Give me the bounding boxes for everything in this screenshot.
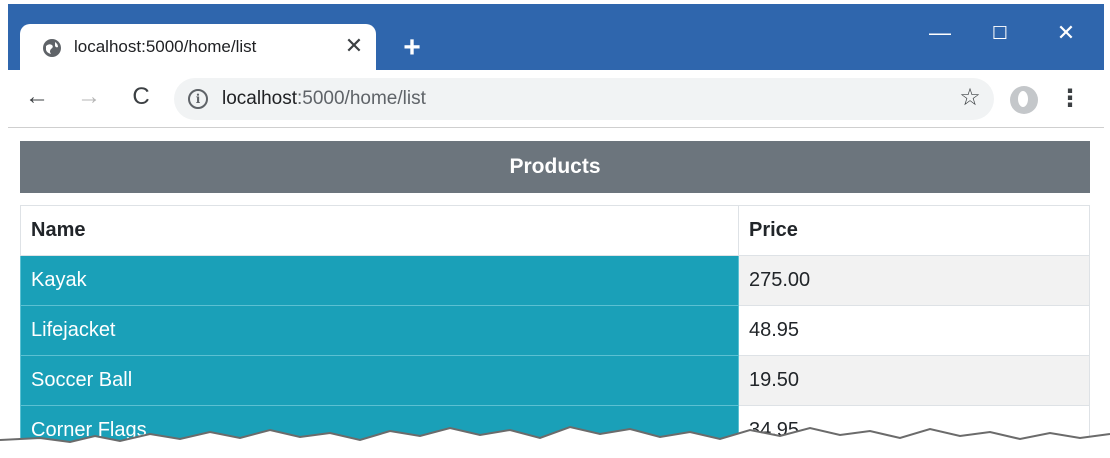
url-text[interactable]: localhost:5000/home/list (222, 88, 426, 110)
url-path: :5000/home/list (297, 88, 426, 109)
product-price-cell: 48.95 (738, 305, 1090, 356)
product-price-cell: 275.00 (738, 255, 1090, 306)
tab-close-icon[interactable]: ✕ (342, 34, 366, 58)
globe-icon (43, 39, 61, 57)
close-window-icon[interactable]: ✕ (1046, 18, 1086, 48)
back-arrow-icon[interactable]: ← (22, 82, 52, 112)
minimize-icon[interactable]: — (920, 18, 960, 48)
page-content: Products Name Price Kayak 275.00 Lifejac… (8, 129, 1104, 458)
product-price-cell: 19.50 (738, 355, 1090, 406)
browser-tab[interactable]: localhost:5000/home/list ✕ (20, 24, 376, 72)
product-name-cell: Lifejacket (20, 305, 739, 356)
table-row: Lifejacket 48.95 (20, 305, 1090, 356)
title-bar: localhost:5000/home/list ✕ + — ☐ ✕ (8, 4, 1104, 72)
site-info-icon[interactable]: i (188, 89, 208, 109)
browser-toolbar: ← → C i localhost:5000/home/list ☆ ⋮ (8, 70, 1104, 128)
bookmark-star-icon[interactable]: ☆ (956, 84, 984, 112)
table-row: Soccer Ball 19.50 (20, 355, 1090, 406)
product-name-cell: Kayak (20, 255, 739, 306)
products-header: Products (20, 141, 1090, 193)
torn-edge-decoration (0, 425, 1110, 458)
maximize-icon[interactable]: ☐ (980, 18, 1020, 48)
url-host: localhost (222, 88, 297, 109)
tab-title: localhost:5000/home/list (74, 37, 257, 56)
forward-arrow-icon[interactable]: → (74, 82, 104, 112)
column-header-name: Name (20, 205, 739, 256)
address-bar[interactable]: i localhost:5000/home/list ☆ (174, 78, 994, 120)
table-row: Kayak 275.00 (20, 255, 1090, 306)
product-name-cell: Soccer Ball (20, 355, 739, 406)
new-tab-icon[interactable]: + (398, 33, 426, 63)
table-header-row: Name Price (20, 205, 1090, 256)
kebab-menu-icon[interactable]: ⋮ (1058, 84, 1082, 114)
column-header-price: Price (738, 205, 1090, 256)
browser-window: localhost:5000/home/list ✕ + — ☐ ✕ ← → C… (8, 4, 1104, 458)
profile-avatar-icon[interactable] (1010, 86, 1038, 114)
reload-icon[interactable]: C (126, 82, 156, 112)
